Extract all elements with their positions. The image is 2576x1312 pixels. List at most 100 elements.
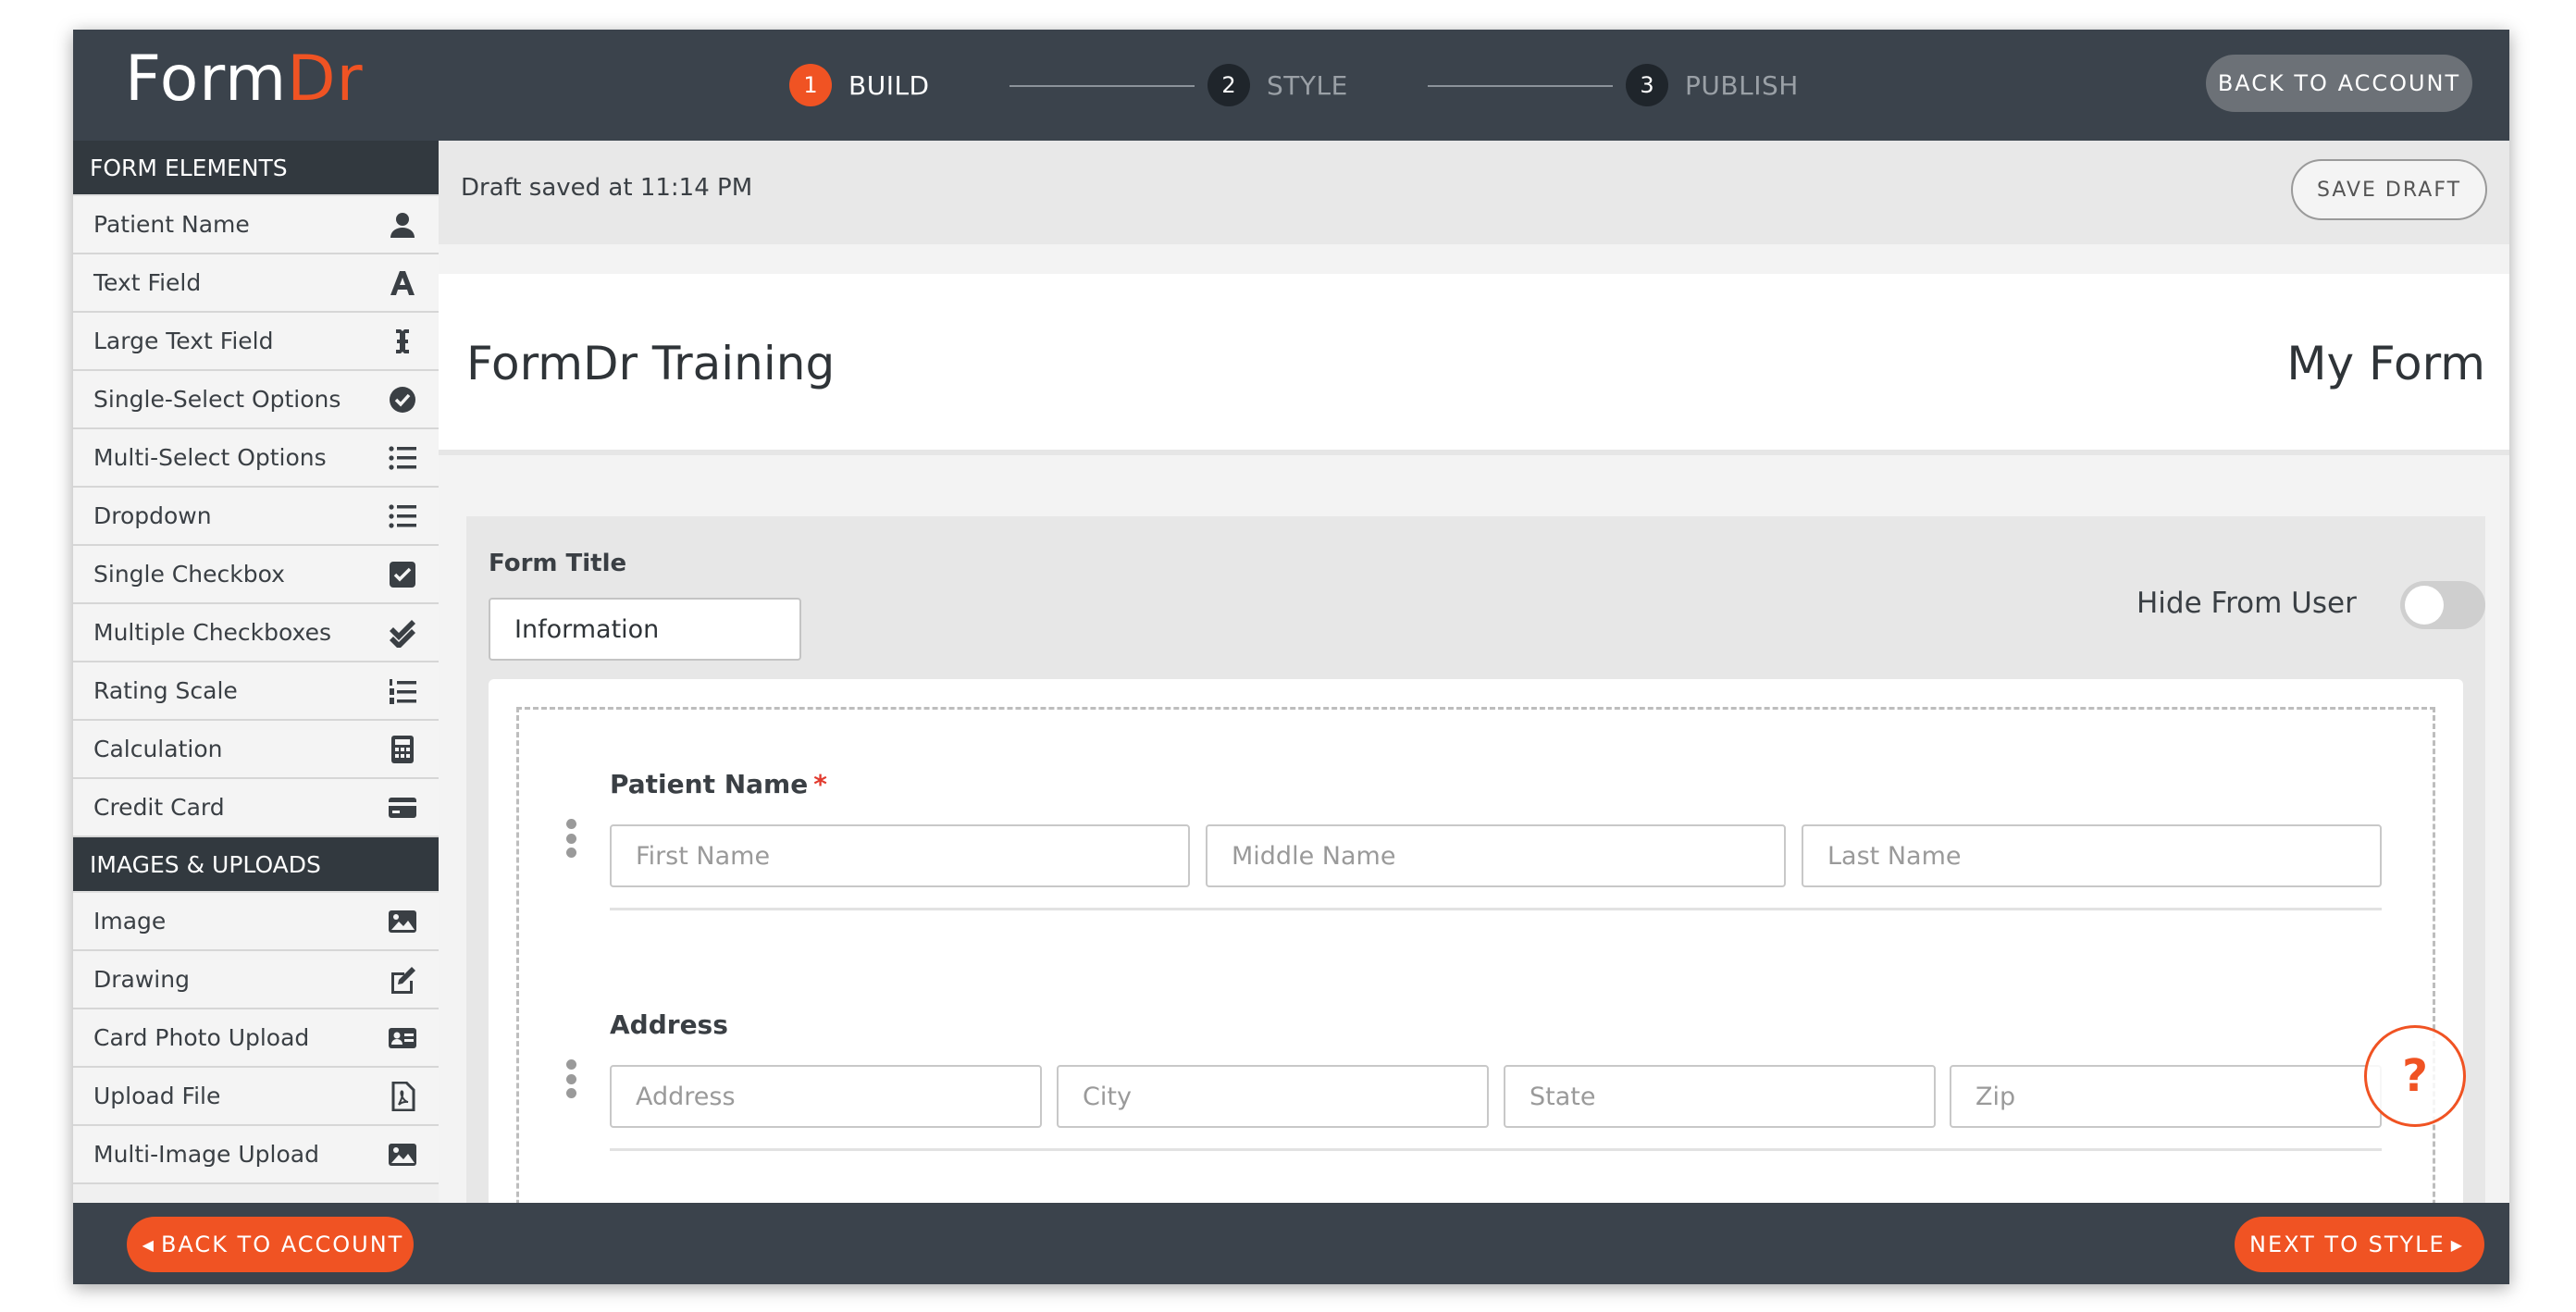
check-circle-icon xyxy=(387,384,418,415)
save-draft-button[interactable]: SAVE DRAFT xyxy=(2291,159,2487,220)
sidebar-item-single-select[interactable]: Single-Select Options xyxy=(73,371,439,429)
sidebar-item-text-field[interactable]: Text Field xyxy=(73,254,439,313)
sidebar-item-label: Rating Scale xyxy=(93,677,238,704)
hide-from-user-label: Hide From User xyxy=(2136,587,2357,620)
bottom-back-to-account-button[interactable]: ◀ BACK TO ACCOUNT xyxy=(127,1217,414,1272)
patient-name-label-text: Patient Name xyxy=(610,769,809,799)
wizard-steps: 1 BUILD 2 STYLE 3 PUBLISH xyxy=(789,61,1844,109)
logo[interactable]: FormDr xyxy=(125,43,364,116)
hide-from-user-toggle[interactable] xyxy=(2400,581,2485,629)
help-button[interactable]: ? xyxy=(2364,1025,2466,1127)
sidebar-item-label: Drawing xyxy=(93,966,190,993)
checkbox-icon xyxy=(387,559,418,590)
text-icon xyxy=(387,267,418,299)
organization-name: FormDr Training xyxy=(466,337,836,390)
step-number: 1 xyxy=(789,64,832,106)
field-divider xyxy=(610,1148,2382,1151)
image-icon xyxy=(387,906,418,937)
sidebar-item-dropdown[interactable]: Dropdown xyxy=(73,488,439,546)
sidebar-item-rating-scale[interactable]: Rating Scale xyxy=(73,662,439,721)
form-header: FormDr Training My Form xyxy=(439,274,2509,455)
draft-status: Draft saved at 11:14 PM xyxy=(461,174,753,202)
sidebar-item-drawing[interactable]: Drawing xyxy=(73,951,439,1009)
form-section: Form Title Information Hide From User Pa… xyxy=(466,516,2485,1203)
sidebar-item-image[interactable]: Image xyxy=(73,893,439,951)
last-name-input[interactable]: Last Name xyxy=(1802,824,2382,887)
step-number: 2 xyxy=(1208,64,1250,106)
step-connector xyxy=(1428,85,1613,87)
caret-left-icon: ◀ xyxy=(142,1235,155,1254)
step-label: PUBLISH xyxy=(1685,69,1799,101)
app-window: FormDr 1 BUILD 2 STYLE 3 PUBLISH BACK TO… xyxy=(73,30,2509,1284)
address-input[interactable]: Address xyxy=(610,1065,1042,1128)
step-number: 3 xyxy=(1626,64,1668,106)
sidebar-item-multi-select[interactable]: Multi-Select Options xyxy=(73,429,439,488)
field-drop-zone[interactable]: Patient Name * First Name Middle Name Las… xyxy=(516,707,2435,1203)
sidebar-item-single-checkbox[interactable]: Single Checkbox xyxy=(73,546,439,604)
patient-name-label: Patient Name * xyxy=(610,769,827,799)
logo-primary: Form xyxy=(125,43,288,116)
sidebar-item-patient-name[interactable]: Patient Name xyxy=(73,196,439,254)
state-input[interactable]: State xyxy=(1504,1065,1936,1128)
back-button-label: BACK TO ACCOUNT xyxy=(160,1232,404,1257)
pdf-file-icon xyxy=(387,1081,418,1112)
sidebar-item-label: Card Photo Upload xyxy=(93,1024,310,1051)
edit-icon xyxy=(387,964,418,996)
step-style[interactable]: 2 STYLE xyxy=(1208,61,1348,109)
toggle-knob xyxy=(2405,586,2444,625)
sidebar-item-label: Multi-Image Upload xyxy=(93,1141,319,1168)
sidebar-item-label: Text Field xyxy=(93,269,202,296)
main-content: Draft saved at 11:14 PM SAVE DRAFT FormD… xyxy=(439,141,2509,1203)
top-bar: FormDr 1 BUILD 2 STYLE 3 PUBLISH BACK TO… xyxy=(73,30,2509,141)
sidebar-item-card-photo-upload[interactable]: Card Photo Upload xyxy=(73,1009,439,1068)
zip-input[interactable]: Zip xyxy=(1950,1065,2382,1128)
step-label: STYLE xyxy=(1267,69,1348,101)
credit-card-icon xyxy=(387,792,418,823)
drag-handle-icon[interactable] xyxy=(565,1059,576,1098)
sidebar-item-label: Multiple Checkboxes xyxy=(93,619,331,646)
step-build[interactable]: 1 BUILD xyxy=(789,61,930,109)
step-connector xyxy=(1009,85,1195,87)
caret-right-icon: ▶ xyxy=(2450,1235,2464,1254)
sidebar-item-label: Credit Card xyxy=(93,794,225,821)
bottom-bar: ◀ BACK TO ACCOUNT NEXT TO STYLE ▶ xyxy=(73,1203,2509,1284)
sidebar-item-credit-card[interactable]: Credit Card xyxy=(73,779,439,837)
field-divider xyxy=(610,908,2382,910)
required-mark: * xyxy=(813,769,827,799)
address-label: Address xyxy=(610,1009,728,1040)
back-to-account-button[interactable]: BACK TO ACCOUNT xyxy=(2206,55,2472,112)
form-title-label: Form Title xyxy=(489,550,627,577)
form-title-input[interactable]: Information xyxy=(489,598,801,661)
user-icon xyxy=(387,209,418,241)
city-input[interactable]: City xyxy=(1057,1065,1489,1128)
first-name-input[interactable]: First Name xyxy=(610,824,1190,887)
sidebar-item-calculation[interactable]: Calculation xyxy=(73,721,439,779)
calculator-icon xyxy=(387,734,418,765)
sidebar-item-label: Image xyxy=(93,908,167,934)
fields-container: Patient Name * First Name Middle Name Las… xyxy=(489,679,2463,1203)
sidebar-item-label: Single Checkbox xyxy=(93,561,285,588)
step-label: BUILD xyxy=(848,69,930,101)
logo-accent: Dr xyxy=(287,43,364,116)
draft-bar: Draft saved at 11:14 PM SAVE DRAFT xyxy=(439,141,2509,244)
sidebar-item-label: Single-Select Options xyxy=(93,386,341,413)
numbered-list-icon xyxy=(387,675,418,707)
sidebar-item-multi-image-upload[interactable]: Multi-Image Upload xyxy=(73,1126,439,1184)
drag-handle-icon[interactable] xyxy=(565,819,576,858)
next-to-style-button[interactable]: NEXT TO STYLE ▶ xyxy=(2235,1217,2484,1272)
sidebar-item-large-text-field[interactable]: Large Text Field xyxy=(73,313,439,371)
sidebar-item-upload-file[interactable]: Upload File xyxy=(73,1068,439,1126)
step-publish[interactable]: 3 PUBLISH xyxy=(1626,61,1799,109)
sidebar-item-label: Large Text Field xyxy=(93,328,274,354)
sidebar-section-images-uploads: IMAGES & UPLOADS xyxy=(73,837,439,893)
sidebar-item-label: Multi-Select Options xyxy=(93,444,327,471)
double-check-icon xyxy=(387,617,418,649)
sidebar-item-label: Calculation xyxy=(93,736,223,762)
sidebar-item-label: Dropdown xyxy=(93,502,212,529)
sidebar-item-multiple-checkboxes[interactable]: Multiple Checkboxes xyxy=(73,604,439,662)
list-icon xyxy=(387,501,418,532)
form-name[interactable]: My Form xyxy=(2286,337,2485,390)
list-icon xyxy=(387,442,418,474)
images-icon xyxy=(387,1139,418,1170)
middle-name-input[interactable]: Middle Name xyxy=(1206,824,1786,887)
